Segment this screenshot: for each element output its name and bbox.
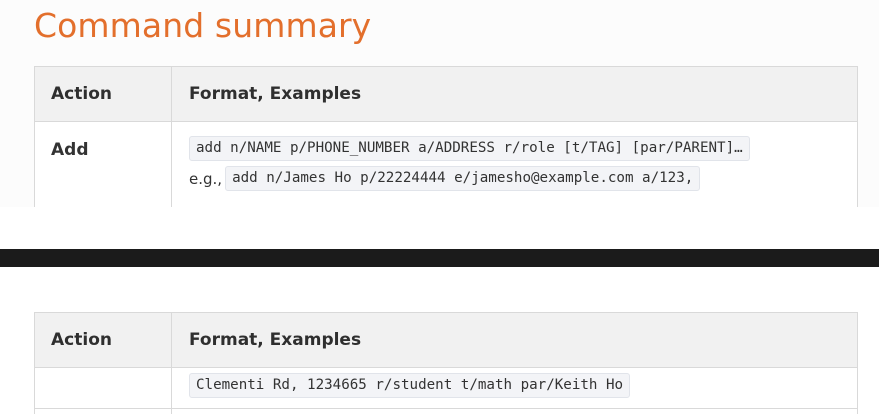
top-document-view: Command summary Action Format, Examples … <box>0 0 879 207</box>
table-row: Add add n/NAME p/PHONE_NUMBER a/ADDRESS … <box>35 122 857 207</box>
action-column-header: Action <box>51 84 112 104</box>
action-header-cell: Action <box>35 313 172 367</box>
command-summary-table-bottom: Action Format, Examples Clementi Rd, 123… <box>34 312 858 414</box>
action-column-header: Action <box>51 330 112 350</box>
continuation-line: Clementi Rd, 1234665 r/student t/math pa… <box>189 373 631 398</box>
format-cell: add n/NAME p/PHONE_NUMBER a/ADDRESS r/ro… <box>172 122 857 207</box>
section-heading: Command summary <box>34 6 372 45</box>
table-header-row: Action Format, Examples <box>35 67 857 122</box>
format-header-cell: Format, Examples <box>172 313 857 367</box>
format-cell: Clementi Rd, 1234665 r/student t/math pa… <box>172 368 857 408</box>
example-line: e.g., add n/James Ho p/22224444 e/jamesh… <box>189 166 701 191</box>
action-header-cell: Action <box>35 67 172 121</box>
example-code: add n/James Ho p/22224444 e/jamesho@exam… <box>225 166 701 191</box>
example-prefix: e.g., <box>189 169 223 188</box>
action-cell: Add <box>35 122 172 207</box>
table-header-row: Action Format, Examples <box>35 313 857 368</box>
table-row-partial <box>35 409 857 414</box>
format-column-header: Format, Examples <box>189 84 362 104</box>
blank-gap <box>0 267 879 312</box>
format-cell <box>172 409 857 414</box>
format-line: add n/NAME p/PHONE_NUMBER a/ADDRESS r/ro… <box>189 136 750 161</box>
action-cell <box>35 409 172 414</box>
dark-separator-bar <box>0 249 879 267</box>
format-code: add n/NAME p/PHONE_NUMBER a/ADDRESS r/ro… <box>189 136 750 161</box>
format-header-cell: Format, Examples <box>172 67 857 121</box>
command-summary-table-top: Action Format, Examples Add add n/NAME p… <box>34 66 858 207</box>
table-row: Clementi Rd, 1234665 r/student t/math pa… <box>35 368 857 409</box>
action-cell <box>35 368 172 408</box>
continuation-code: Clementi Rd, 1234665 r/student t/math pa… <box>189 373 631 398</box>
page: Command summary Action Format, Examples … <box>0 0 879 414</box>
format-column-header: Format, Examples <box>189 330 362 350</box>
action-label: Add <box>51 140 89 160</box>
